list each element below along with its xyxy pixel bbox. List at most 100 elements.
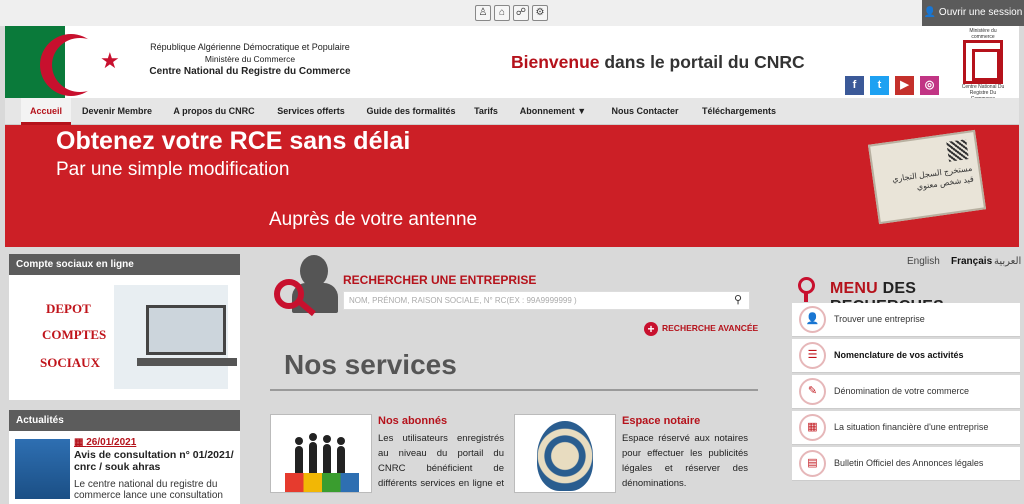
menu-item-label: Nomenclature de vos activités bbox=[834, 350, 964, 360]
lang-english[interactable]: English bbox=[907, 256, 940, 267]
logo-caption-top: Ministère du commerce bbox=[969, 28, 997, 40]
login-label: Ouvrir une session bbox=[938, 7, 1023, 18]
search-menu-title-red: MENU bbox=[830, 280, 878, 297]
hero-banner[interactable]: Obtenez votre RCE sans délai Par une sim… bbox=[5, 125, 1019, 247]
services-title: Nos services bbox=[284, 349, 457, 380]
cnrc-emblem-icon bbox=[963, 40, 1003, 84]
search-menu-header: MENU DES RECHERCHES bbox=[792, 275, 1020, 315]
service-notary-title[interactable]: Espace notaire bbox=[622, 415, 700, 427]
left-sidebar: Compte sociaux en ligne DEPOT COMPTES SO… bbox=[9, 254, 240, 400]
social-accounts-box: DEPOT COMPTES SOCIAUX bbox=[9, 275, 240, 400]
main-nav: Accueil Devenir Membre A propos du CNRC … bbox=[5, 98, 1019, 125]
youtube-icon[interactable]: ▶ bbox=[895, 76, 914, 95]
news-thumbnail bbox=[15, 439, 70, 499]
social-links: f t ▶ ◎ bbox=[845, 76, 939, 95]
rce-card-text: مستخرج السجل التجاري قيد شخص معنوي bbox=[891, 163, 975, 192]
service-subscribers-desc: Les utilisateurs enregistrés au niveau d… bbox=[378, 433, 504, 489]
book-icon: ▤ bbox=[799, 450, 826, 477]
home-icon[interactable]: ⌂ bbox=[494, 5, 510, 21]
puzzle-icon bbox=[285, 473, 359, 492]
notary-image[interactable] bbox=[514, 414, 616, 493]
banner-subline: Par une simple modification bbox=[56, 159, 290, 180]
news-excerpt: Le centre national du registre du commer… bbox=[74, 479, 223, 501]
welcome-rest: dans le portail du CNRC bbox=[599, 52, 805, 72]
subscribers-image[interactable] bbox=[270, 414, 372, 493]
cnrc-logo[interactable]: Ministère du commerce Centre National Du… bbox=[961, 28, 1005, 102]
depot-word-3: SOCIAUX bbox=[40, 355, 100, 370]
news-title: Actualités bbox=[9, 410, 240, 431]
top-icon-group: ♙ ⌂ ☍ ⚙ bbox=[475, 5, 548, 21]
depot-word-1: DEPOT bbox=[46, 301, 91, 316]
depot-comptes-sociaux-banner[interactable]: DEPOT COMPTES SOCIAUX bbox=[18, 285, 237, 389]
nav-a-propos[interactable]: A propos du CNRC bbox=[167, 98, 261, 125]
banner-headline: Obtenez votre RCE sans délai bbox=[56, 127, 411, 155]
menu-item-label: Dénomination de votre commerce bbox=[834, 386, 970, 396]
news-headline[interactable]: Avis de consultation n° 01/2021/ cnrc / … bbox=[74, 449, 236, 473]
search-menu: MENU DES RECHERCHES 👤 Trouver une entrep… bbox=[792, 275, 1020, 481]
menu-legal-bulletin[interactable]: ▤ Bulletin Officiel des Annonces légales bbox=[792, 447, 1020, 481]
star-icon: ★ bbox=[100, 48, 120, 73]
facebook-icon[interactable]: f bbox=[845, 76, 864, 95]
menu-item-label: La situation financière d'une entreprise bbox=[834, 422, 989, 432]
news-date[interactable]: ▦ 26/01/2021 bbox=[74, 437, 136, 448]
algeria-flag-logo[interactable]: ★ bbox=[5, 26, 145, 98]
organization-name: République Algérienne Démocratique et Po… bbox=[145, 42, 355, 77]
user-icon: 👤 bbox=[923, 7, 937, 18]
news-item[interactable]: ▦ 26/01/2021 Avis de consultation n° 01/… bbox=[9, 431, 240, 504]
nav-abonnement-dropdown[interactable]: Abonnement ▼ bbox=[513, 98, 593, 125]
menu-item-label: Bulletin Officiel des Annonces légales bbox=[834, 458, 984, 468]
depot-word-2: COMPTES bbox=[42, 327, 107, 342]
laptop-icon bbox=[137, 305, 237, 366]
search-icon[interactable]: ⚲ bbox=[730, 293, 746, 308]
service-subscribers-title[interactable]: Nos abonnés bbox=[378, 415, 447, 427]
menu-item-label: Trouver une entreprise bbox=[834, 314, 925, 324]
menu-activity-nomenclature[interactable]: ☰ Nomenclature de vos activités bbox=[792, 339, 1020, 373]
nav-nous-contacter[interactable]: Nous Contacter bbox=[605, 98, 685, 125]
search-title: RECHERCHER UNE ENTREPRISE bbox=[343, 273, 537, 287]
instagram-icon[interactable]: ◎ bbox=[920, 76, 939, 95]
settings-icon[interactable]: ⚙ bbox=[532, 5, 548, 21]
qr-code-icon bbox=[946, 139, 969, 162]
site-header: ★ République Algérienne Démocratique et … bbox=[5, 26, 1019, 102]
welcome-title: Bienvenue dans le portail du CNRC bbox=[511, 52, 805, 73]
services-divider bbox=[270, 389, 758, 391]
nav-services-offerts[interactable]: Services offerts bbox=[269, 98, 353, 125]
news-section: Actualités ▦ 26/01/2021 Avis de consulta… bbox=[9, 410, 240, 504]
nav-telechargements[interactable]: Téléchargements bbox=[693, 98, 785, 125]
notary-seal-icon bbox=[537, 421, 593, 491]
company-search-input[interactable]: NOM, PRÉNOM, RAISON SOCIALE, N° RC(EX : … bbox=[343, 291, 750, 310]
nav-guide-formalites[interactable]: Guide des formalités bbox=[361, 98, 461, 125]
company-search-icon bbox=[270, 253, 342, 317]
lang-arabic[interactable]: العربية bbox=[994, 256, 1021, 267]
twitter-icon[interactable]: t bbox=[870, 76, 889, 95]
news-date-text: 26/01/2021 bbox=[86, 437, 137, 448]
rce-card-image: مستخرج السجل التجاري قيد شخص معنوي bbox=[867, 129, 987, 225]
org-line-1: République Algérienne Démocratique et Po… bbox=[150, 42, 350, 52]
lang-french[interactable]: Français bbox=[951, 256, 992, 267]
menu-business-name[interactable]: ✎ Dénomination de votre commerce bbox=[792, 375, 1020, 409]
org-line-2: Ministère du Commerce bbox=[204, 54, 296, 64]
nav-accueil[interactable]: Accueil bbox=[21, 98, 71, 125]
plus-icon: + bbox=[644, 321, 658, 336]
social-accounts-title: Compte sociaux en ligne bbox=[9, 254, 240, 275]
chart-icon: ▦ bbox=[799, 414, 826, 441]
advanced-search-link[interactable]: + RECHERCHE AVANCÉE bbox=[644, 320, 758, 336]
menu-financial-situation[interactable]: ▦ La situation financière d'une entrepri… bbox=[792, 411, 1020, 445]
menu-find-company[interactable]: 👤 Trouver une entreprise bbox=[792, 303, 1020, 337]
org-line-3: Centre National du Registre du Commerce bbox=[149, 66, 351, 77]
calendar-icon: ▦ bbox=[74, 437, 87, 448]
main-content: RECHERCHER UNE ENTREPRISE NOM, PRÉNOM, R… bbox=[264, 249, 784, 493]
advanced-search-label: RECHERCHE AVANCÉE bbox=[662, 323, 759, 333]
sitemap-icon[interactable]: ☍ bbox=[513, 5, 529, 21]
search-pin-icon bbox=[798, 277, 815, 302]
crescent-icon bbox=[40, 34, 108, 96]
login-button[interactable]: 👤 Ouvrir une session bbox=[922, 0, 1024, 26]
service-notary-desc: Espace réservé aux notaires pour effectu… bbox=[622, 433, 748, 489]
person-icon[interactable]: ♙ bbox=[475, 5, 491, 21]
tag-icon: ✎ bbox=[799, 378, 826, 405]
nav-tarifs[interactable]: Tarifs bbox=[467, 98, 505, 125]
person-icon: 👤 bbox=[799, 306, 826, 333]
welcome-highlight: Bienvenue bbox=[511, 52, 600, 72]
top-bar: ♙ ⌂ ☍ ⚙ 👤 Ouvrir une session bbox=[0, 0, 1024, 26]
nav-devenir-membre[interactable]: Devenir Membre bbox=[77, 98, 157, 125]
